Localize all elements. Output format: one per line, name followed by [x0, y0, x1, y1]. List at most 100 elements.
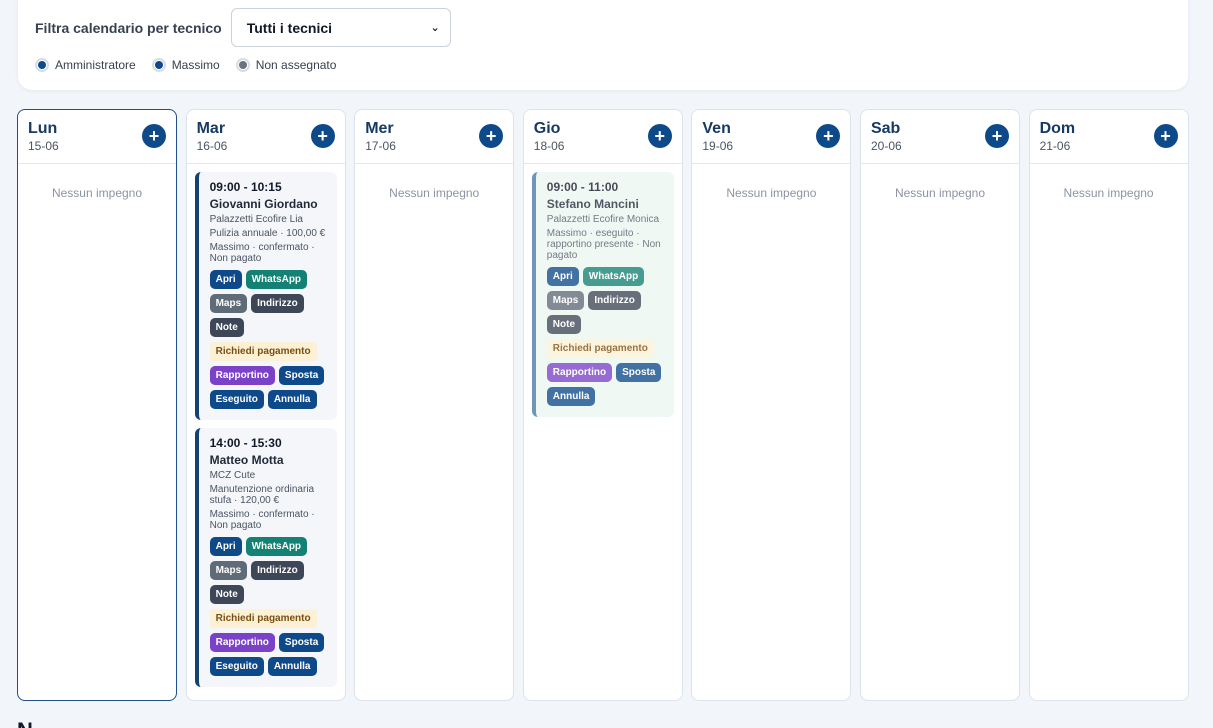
- add-appointment-button[interactable]: +: [479, 124, 504, 148]
- appointment-client: Giovanni Giordano: [209, 197, 318, 211]
- chevron-down-icon: ⌄: [430, 22, 440, 34]
- plus-icon: +: [654, 126, 666, 146]
- day-name: Dom: [1039, 120, 1076, 137]
- plus-icon: +: [148, 126, 160, 146]
- day-header: Sab 20-06 +: [860, 110, 1019, 164]
- move-button[interactable]: Sposta: [616, 363, 662, 382]
- day-header: Mer 17-06 +: [355, 110, 514, 164]
- plus-icon: +: [991, 126, 1003, 146]
- notes-button[interactable]: Note: [546, 315, 582, 334]
- appointment-stove: Palazzetti Ecofire Monica: [546, 214, 660, 225]
- maps-button[interactable]: Maps: [546, 291, 585, 310]
- day-header: Dom 21-06 +: [1029, 110, 1188, 164]
- empty-day-label: Nessun impegno: [726, 186, 817, 200]
- appointment-stove: Palazzetti Ecofire Lia: [209, 214, 303, 225]
- section-heading-cut: N: [17, 718, 33, 728]
- report-button[interactable]: Rapportino: [209, 366, 275, 385]
- appointment-card[interactable]: 09:00 - 10:15 Giovanni Giordano Palazzet…: [194, 172, 337, 420]
- whatsapp-button[interactable]: WhatsApp: [245, 270, 308, 289]
- day-date: 18-06: [533, 139, 565, 153]
- whatsapp-button[interactable]: WhatsApp: [245, 537, 308, 556]
- day-header: Gio 18-06 +: [523, 110, 682, 164]
- address-button[interactable]: Indirizzo: [251, 294, 304, 313]
- technician-select[interactable]: Tutti i tecnici ⌄: [230, 8, 451, 47]
- mark-done-button[interactable]: Eseguito: [209, 390, 264, 409]
- appointment-stove: MCZ Cute: [209, 470, 256, 481]
- appointment-actions: Apri WhatsApp Maps Indirizzo Note Richie…: [546, 267, 668, 411]
- appointment-actions: Apri WhatsApp Maps Indirizzo Note Richie…: [209, 537, 331, 681]
- day-name: Lun: [28, 120, 58, 137]
- appointment-card[interactable]: 09:00 - 11:00 Stefano Mancini Palazzetti…: [531, 172, 674, 417]
- legend-item-massimo: Massimo: [151, 58, 220, 72]
- day-name: Mer: [365, 120, 394, 137]
- report-button[interactable]: Rapportino: [546, 363, 613, 382]
- mark-done-button[interactable]: Eseguito: [209, 657, 264, 676]
- cancel-appointment-button[interactable]: Annulla: [267, 657, 317, 676]
- day-name: Gio: [533, 120, 561, 137]
- appointment-status: Massimo · confermato · Non pagato: [209, 242, 315, 264]
- whatsapp-button[interactable]: WhatsApp: [582, 267, 645, 286]
- appointment-status: Massimo · confermato · Non pagato: [209, 509, 315, 531]
- report-button[interactable]: Rapportino: [209, 633, 275, 652]
- empty-day-label: Nessun impegno: [894, 186, 985, 200]
- day-column-dom[interactable]: Dom 21-06 + Nessun impegno: [1028, 109, 1189, 701]
- day-column-lun[interactable]: Lun 15-06 + Nessun impegno: [17, 109, 177, 701]
- empty-day-label: Nessun impegno: [1063, 186, 1154, 200]
- day-column-ven[interactable]: Ven 19-06 + Nessun impegno: [691, 109, 852, 701]
- maps-button[interactable]: Maps: [209, 294, 248, 313]
- appointment-actions: Apri WhatsApp Maps Indirizzo Note Richie…: [209, 270, 331, 414]
- add-appointment-button[interactable]: +: [984, 124, 1009, 148]
- day-header: Lun 15-06 +: [18, 110, 176, 164]
- move-button[interactable]: Sposta: [278, 366, 325, 385]
- open-button[interactable]: Apri: [209, 270, 242, 289]
- request-payment-button[interactable]: Richiedi pagamento: [209, 342, 317, 361]
- appointment-card[interactable]: 14:00 - 15:30 Matteo Motta MCZ Cute Manu…: [194, 428, 337, 687]
- add-appointment-button[interactable]: +: [142, 124, 166, 148]
- empty-day-label: Nessun impegno: [389, 186, 480, 200]
- day-column-mer[interactable]: Mer 17-06 + Nessun impegno: [354, 109, 515, 701]
- legend-label: Massimo: [171, 58, 220, 72]
- maps-button[interactable]: Maps: [209, 561, 248, 580]
- filter-card: Filtra calendario per tecnico Tutti i te…: [18, 0, 1188, 90]
- request-payment-button[interactable]: Richiedi pagamento: [209, 609, 317, 628]
- day-date: 21-06: [1039, 139, 1071, 153]
- appointment-time: 09:00 - 11:00: [546, 180, 619, 194]
- empty-day-label: Nessun impegno: [51, 186, 143, 200]
- notes-button[interactable]: Note: [209, 585, 244, 604]
- filter-row: Filtra calendario per tecnico Tutti i te…: [35, 8, 451, 47]
- plus-icon: +: [823, 126, 834, 146]
- cancel-appointment-button[interactable]: Annulla: [546, 387, 596, 406]
- day-header: Ven 19-06 +: [692, 110, 851, 164]
- legend-item-admin: Amministratore: [35, 58, 136, 72]
- day-column-sab[interactable]: Sab 20-06 + Nessun impegno: [859, 109, 1020, 701]
- plus-icon: +: [485, 126, 497, 146]
- add-appointment-button[interactable]: +: [310, 124, 335, 148]
- day-date: 15-06: [28, 139, 59, 153]
- open-button[interactable]: Apri: [209, 537, 242, 556]
- appointment-status: Massimo · eseguito · rapportino presente…: [546, 228, 661, 261]
- legend-label: Amministratore: [55, 58, 136, 72]
- day-name: Mar: [196, 120, 226, 137]
- day-name: Sab: [870, 120, 901, 137]
- add-appointment-button[interactable]: +: [1153, 124, 1178, 148]
- appointment-service: Pulizia annuale · 100,00 €: [209, 228, 326, 239]
- day-name: Ven: [702, 120, 731, 137]
- open-button[interactable]: Apri: [546, 267, 579, 286]
- day-column-gio[interactable]: Gio 18-06 + 09:00 - 11:00 Stefano Mancin…: [522, 109, 683, 701]
- notes-button[interactable]: Note: [209, 318, 244, 337]
- day-column-mar[interactable]: Mar 16-06 + 09:00 - 10:15 Giovanni Giord…: [185, 109, 346, 701]
- day-header: Mar 16-06 +: [186, 110, 345, 164]
- legend-dot-icon: [35, 58, 49, 72]
- day-date: 20-06: [870, 139, 902, 153]
- plus-icon: +: [1160, 126, 1171, 146]
- address-button[interactable]: Indirizzo: [251, 561, 304, 580]
- filter-label: Filtra calendario per tecnico: [35, 19, 222, 36]
- add-appointment-button[interactable]: +: [647, 124, 672, 148]
- appointment-client: Stefano Mancini: [546, 197, 639, 211]
- address-button[interactable]: Indirizzo: [588, 291, 641, 310]
- cancel-appointment-button[interactable]: Annulla: [267, 390, 317, 409]
- move-button[interactable]: Sposta: [278, 633, 325, 652]
- request-payment-button[interactable]: Richiedi pagamento: [546, 339, 654, 358]
- day-date: 17-06: [365, 139, 396, 153]
- add-appointment-button[interactable]: +: [816, 124, 841, 148]
